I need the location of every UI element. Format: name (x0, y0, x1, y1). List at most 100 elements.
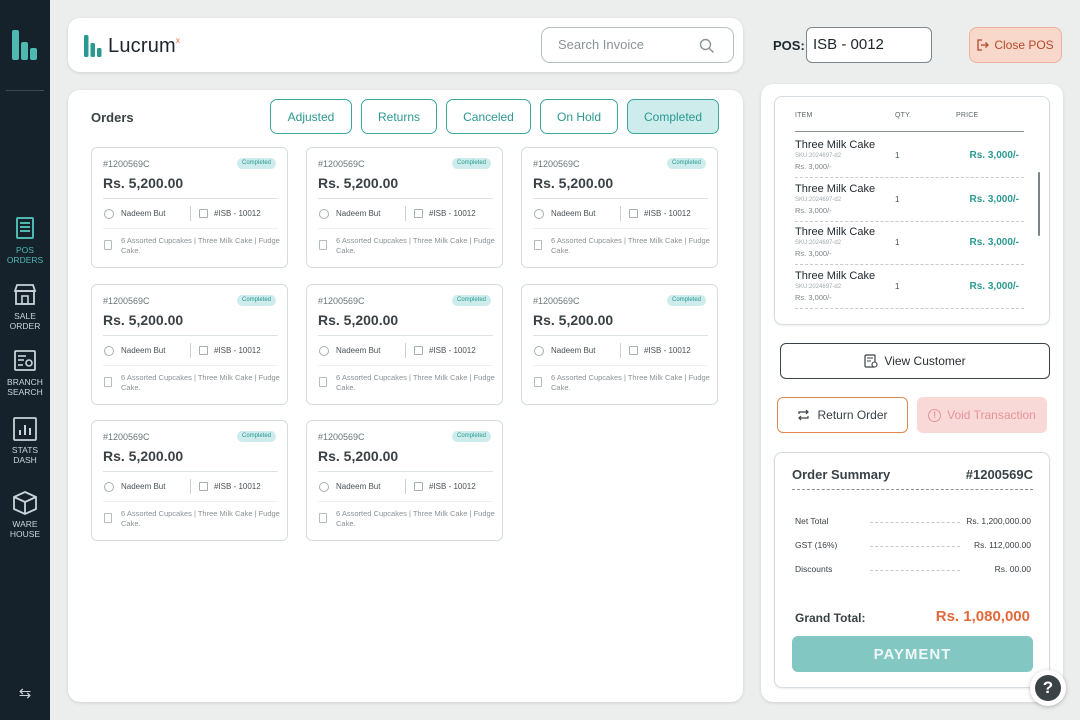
order-card[interactable]: #1200569C Completed Rs. 5,200.00 Nadeem … (91, 284, 288, 405)
cart-row[interactable]: Three Milk Cake SKU:2024697-d2 Rs. 3,000… (795, 134, 1024, 178)
summary-value: Rs. 112,000.00 (973, 540, 1031, 550)
summary-row: Net Total Rs. 1,200,000.00 (795, 516, 1031, 528)
divider (103, 471, 278, 472)
divider (405, 343, 406, 358)
void-transaction-button[interactable]: ! Void Transaction (917, 397, 1047, 433)
user-icon (104, 346, 114, 356)
filter-label: Adjusted (287, 109, 335, 124)
item-unit-price: Rs. 3,000/- (795, 293, 832, 302)
customer-name: Nadeem But (551, 346, 596, 355)
search-input[interactable] (558, 37, 698, 52)
sidebar-item-label: STATS (11, 445, 39, 455)
sidebar-item-sale-order[interactable]: SALE ORDER (0, 282, 50, 331)
sidebar-item-label: HOUSE (9, 529, 41, 539)
payment-button[interactable]: PAYMENT (792, 636, 1033, 672)
sidebar-item-stats-dash[interactable]: STATS DASH (0, 416, 50, 465)
pos-number: #ISB - 10012 (214, 482, 261, 491)
divider (795, 131, 1024, 132)
column-header-price: PRICE (956, 112, 979, 119)
summary-order-id: #1200569C (965, 467, 1033, 482)
branch-search-icon (14, 350, 36, 371)
sidebar-item-branch-search[interactable]: BRANCH SEARCH (0, 348, 50, 397)
divider (318, 335, 493, 336)
filter-canceled-button[interactable]: Canceled (446, 99, 531, 134)
register-icon (414, 482, 423, 491)
view-customer-button[interactable]: View Customer (780, 343, 1050, 379)
divider (533, 335, 708, 336)
sidebar-item-warehouse[interactable]: WARE HOUSE (0, 490, 50, 539)
customer-name: Nadeem But (551, 209, 596, 218)
brand-superscript: x (175, 35, 180, 45)
order-card[interactable]: #1200569C Completed Rs. 5,200.00 Nadeem … (306, 420, 503, 541)
customer-card-icon (864, 354, 878, 368)
sidebar-item-pos-orders[interactable]: POS ORDERS (0, 216, 50, 265)
sidebar-item-label: DASH (13, 455, 37, 465)
payment-label: PAYMENT (873, 645, 952, 663)
return-order-label: Return Order (817, 408, 888, 422)
cart-row[interactable]: Three Milk Cake SKU:2024697-d2 Rs. 3,000… (795, 178, 1024, 222)
order-detail-panel: ITEM QTY. PRICE Three Milk Cake SKU:2024… (761, 84, 1063, 702)
order-items: 6 Assorted Cupcakes | Three Milk Cake | … (336, 373, 495, 392)
order-card[interactable]: #1200569C Completed Rs. 5,200.00 Nadeem … (91, 147, 288, 268)
item-price: Rs. 3,000/- (969, 281, 1019, 292)
close-pos-button[interactable]: Close POS (969, 27, 1062, 63)
divider (620, 206, 621, 221)
search-box[interactable] (541, 27, 734, 63)
sidebar-item-label: ORDER (9, 321, 41, 331)
order-id: #1200569C (103, 296, 150, 306)
order-card[interactable]: #1200569C Completed Rs. 5,200.00 Nadeem … (91, 420, 288, 541)
warehouse-icon (13, 491, 37, 515)
scrollbar[interactable] (1038, 172, 1040, 236)
user-icon (534, 209, 544, 219)
pos-label: POS: (773, 38, 805, 53)
pos-number: #ISB - 10012 (214, 209, 261, 218)
item-unit-price: Rs. 3,000/- (795, 249, 832, 258)
divider (103, 501, 278, 502)
user-icon (534, 346, 544, 356)
item-price: Rs. 3,000/- (969, 237, 1019, 248)
order-card[interactable]: #1200569C Completed Rs. 5,200.00 Nadeem … (306, 284, 503, 405)
logout-icon (977, 39, 990, 51)
user-icon (104, 482, 114, 492)
divider (318, 471, 493, 472)
order-summary: Order Summary #1200569C Net Total Rs. 1,… (774, 452, 1050, 688)
order-card[interactable]: #1200569C Completed Rs. 5,200.00 Nadeem … (521, 147, 718, 268)
cart-row[interactable]: Three Milk Cake SKU:2024697-d2 Rs. 3,000… (795, 265, 1024, 309)
order-amount: Rs. 5,200.00 (533, 312, 614, 328)
item-name: Three Milk Cake (795, 183, 876, 195)
order-amount: Rs. 5,200.00 (318, 312, 399, 328)
logo-icon (12, 30, 37, 60)
pos-field[interactable]: ISB - 0012 (806, 27, 932, 63)
receipt-icon (534, 377, 542, 387)
receipt-icon (319, 513, 327, 523)
status-badge: Completed (236, 431, 276, 442)
filter-on-hold-button[interactable]: On Hold (540, 99, 618, 134)
cart-row[interactable]: Three Milk Cake SKU:2024697-d2 Rs. 3,000… (795, 221, 1024, 265)
item-qty: 1 (895, 195, 900, 204)
item-sku: SKU:2024697-d2 (795, 197, 842, 203)
leader-line (870, 522, 960, 523)
order-card[interactable]: #1200569C Completed Rs. 5,200.00 Nadeem … (306, 147, 503, 268)
order-items: 6 Assorted Cupcakes | Three Milk Cake | … (121, 373, 280, 392)
receipt-icon (534, 240, 542, 250)
help-button[interactable]: ? (1030, 670, 1066, 706)
filter-returns-button[interactable]: Returns (361, 99, 437, 134)
divider (103, 228, 278, 229)
receipt-icon (104, 513, 112, 523)
search-icon[interactable] (699, 38, 715, 54)
brand-logo: Lucrum x (84, 34, 180, 58)
divider (103, 198, 278, 199)
cart-items-list[interactable]: ITEM QTY. PRICE Three Milk Cake SKU:2024… (774, 96, 1050, 325)
user-icon (319, 346, 329, 356)
divider (620, 343, 621, 358)
status-badge: Completed (666, 158, 706, 169)
order-items: 6 Assorted Cupcakes | Three Milk Cake | … (336, 509, 495, 528)
grand-total-value: Rs. 1,080,000 (935, 608, 1030, 625)
filter-completed-button[interactable]: Completed (627, 99, 719, 134)
status-badge: Completed (666, 295, 706, 306)
header-bar: Lucrum x (68, 18, 743, 72)
order-card[interactable]: #1200569C Completed Rs. 5,200.00 Nadeem … (521, 284, 718, 405)
return-order-button[interactable]: Return Order (777, 397, 908, 433)
filter-adjusted-button[interactable]: Adjusted (270, 99, 352, 134)
sync-icon[interactable]: ⇆ (15, 684, 35, 704)
